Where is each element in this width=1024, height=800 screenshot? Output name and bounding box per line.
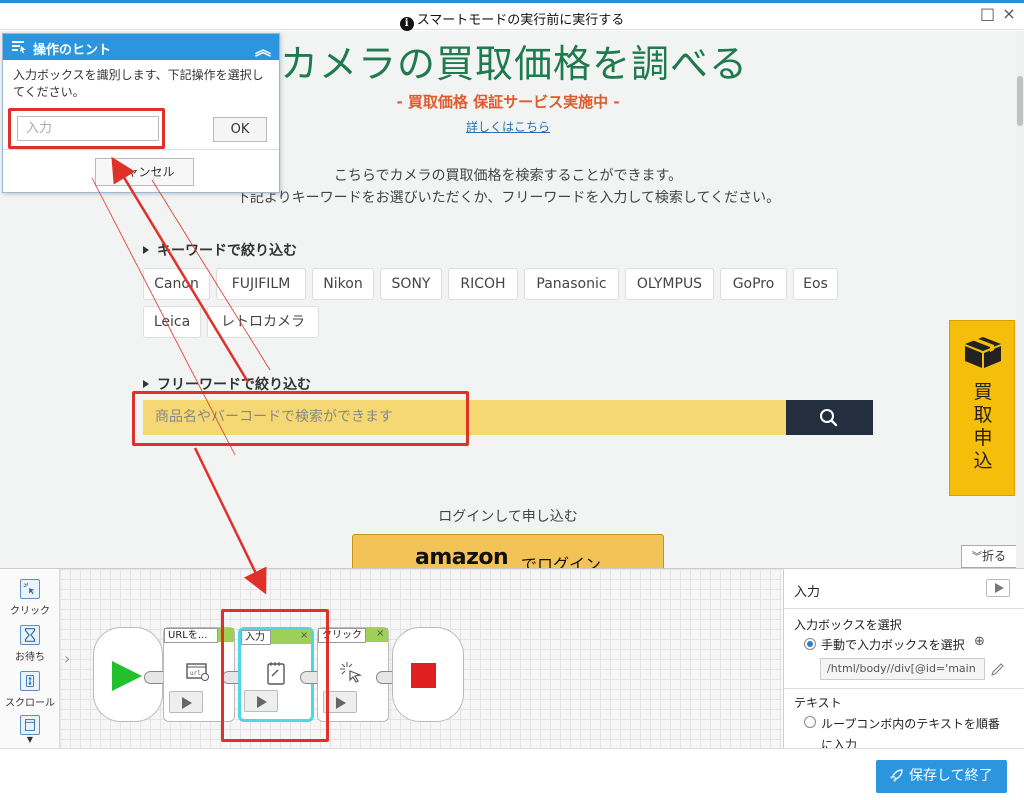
scrollbar-thumb[interactable] — [1017, 76, 1023, 126]
ok-button[interactable]: OK — [213, 117, 267, 142]
collapse-chevron-icon[interactable]: ︽ — [255, 36, 271, 60]
keyword-chip-gopro[interactable]: GoPro — [720, 268, 787, 300]
amazon-login-suffix: でログイン — [521, 555, 602, 568]
annotation-box-hint-input — [8, 108, 165, 149]
workflow-editor: クリック お待ち スクロール ▼ › URLを... url 入力 × クリック… — [0, 568, 1024, 752]
toolbox-panel: クリック お待ち スクロール ▼ — [0, 569, 60, 749]
crosshair-icon[interactable]: ⊕ — [974, 634, 985, 649]
fold-label: 折る — [981, 549, 1006, 563]
node-close-icon[interactable]: × — [376, 628, 384, 639]
properties-header: 入力 — [784, 569, 1024, 609]
footer-bar: 保存して終了 — [0, 748, 1024, 800]
toolbox-item-more[interactable]: ▼ — [0, 715, 60, 749]
divider — [784, 688, 1024, 689]
hourglass-icon — [20, 625, 40, 645]
loop-text-radio[interactable] — [804, 716, 816, 728]
toolbox-item-scroll[interactable]: スクロール — [0, 671, 60, 709]
toolbox-item-label: クリック — [10, 606, 50, 617]
keyword-chip-eos[interactable]: Eos — [793, 268, 838, 300]
maximize-button[interactable]: □ — [980, 6, 995, 22]
page-scrollbar[interactable] — [1016, 31, 1024, 568]
more-tools-icon — [20, 715, 40, 735]
keyword-chip-fujifilm[interactable]: FUJIFILM — [216, 268, 306, 300]
cancel-button[interactable]: キャンセル — [95, 158, 194, 186]
annotation-box-search-input — [132, 391, 469, 446]
keyword-chip-ricoh[interactable]: RICOH — [448, 268, 518, 300]
flow-canvas[interactable]: › URLを... url 入力 × クリック × — [60, 569, 782, 749]
properties-title: 入力 — [794, 585, 821, 600]
select-box-label: 入力ボックスを選択 — [794, 618, 902, 632]
stop-icon — [411, 663, 436, 688]
manual-select-radio[interactable] — [804, 638, 816, 650]
top-notice-bar: i スマートモードの実行前に実行する □ × — [0, 0, 1024, 31]
fold-button[interactable]: ︾折る — [961, 545, 1016, 568]
keyword-chip-canon[interactable]: Canon — [143, 268, 210, 300]
caret-right-icon — [143, 380, 149, 388]
edit-pencil-icon[interactable] — [984, 658, 1008, 680]
keyword-chip-sony[interactable]: SONY — [380, 268, 442, 300]
text-label: テキスト — [794, 696, 842, 710]
double-chevron-down-icon: ︾ — [971, 552, 982, 563]
hint-title: 操作のヒント — [33, 43, 112, 58]
info-icon: i — [399, 17, 414, 31]
run-step-button[interactable] — [169, 691, 203, 713]
hint-message: 入力ボックスを識別します、下記操作を選択してください。 — [13, 68, 264, 99]
click-tool-icon — [20, 579, 40, 599]
login-text: ログインして申し込む — [438, 509, 578, 525]
url-icon: url — [186, 663, 209, 681]
run-step-button[interactable] — [986, 579, 1010, 597]
scroll-down-caret-icon: ▼ — [26, 735, 34, 744]
save-and-exit-label: 保存して終了 — [909, 768, 993, 784]
caret-right-icon — [143, 246, 149, 254]
click-icon — [340, 662, 363, 683]
search-button[interactable] — [786, 400, 873, 435]
keyword-heading-text: キーワードで絞り込む — [157, 243, 297, 259]
hint-header: 操作のヒント ︽ — [3, 34, 279, 60]
manual-select-label: 手動で入力ボックスを選択 — [821, 638, 965, 652]
pencil-icon — [991, 663, 1004, 676]
toolbox-item-click[interactable]: クリック — [0, 579, 60, 617]
keyword-chip-retro-camera[interactable]: レトロカメラ — [207, 306, 319, 338]
close-button[interactable]: × — [1002, 6, 1016, 22]
divider — [3, 149, 279, 150]
toolbox-item-wait[interactable]: お待ち — [0, 625, 60, 663]
toolbox-item-label: お待ち — [15, 652, 45, 663]
search-icon — [820, 409, 838, 427]
amazon-logo: amazon — [415, 545, 509, 568]
chevron-left-icon[interactable]: › — [64, 649, 70, 668]
keyword-chip-olympus[interactable]: OLYMPUS — [625, 268, 714, 300]
save-and-exit-button[interactable]: 保存して終了 — [876, 760, 1007, 793]
package-box-icon — [965, 337, 1001, 368]
end-node[interactable] — [392, 627, 464, 722]
notice-text-wrap: i スマートモードの実行前に実行する — [0, 9, 1024, 31]
page-title: カメラの買取価格を調べる — [280, 42, 749, 86]
amazon-login-button[interactable]: amazon でログイン — [352, 534, 664, 568]
xpath-field[interactable]: /html/body//div[@id='main — [820, 658, 1008, 680]
keyword-chip-nikon[interactable]: Nikon — [312, 268, 374, 300]
notice-text: スマートモードの実行前に実行する — [416, 13, 625, 28]
scroll-icon — [20, 671, 40, 691]
annotation-box-input-node — [221, 609, 329, 742]
list-cursor-icon — [12, 41, 26, 53]
buy-application-text: 買取申込 — [973, 381, 993, 472]
keyword-heading: キーワードで絞り込む — [143, 240, 297, 260]
rocket-icon — [890, 769, 903, 782]
buy-application-panel[interactable]: 買取申込 — [949, 320, 1015, 496]
keyword-chip-leica[interactable]: Leica — [143, 306, 201, 338]
node-label: URLを... — [164, 628, 218, 643]
svg-text:url: url — [190, 670, 201, 677]
properties-panel: 入力 入力ボックスを選択 手動で入力ボックスを選択 ⊕ /html/body//… — [783, 569, 1024, 752]
toolbox-item-label: スクロール — [5, 698, 55, 709]
keyword-chip-panasonic[interactable]: Panasonic — [524, 268, 619, 300]
